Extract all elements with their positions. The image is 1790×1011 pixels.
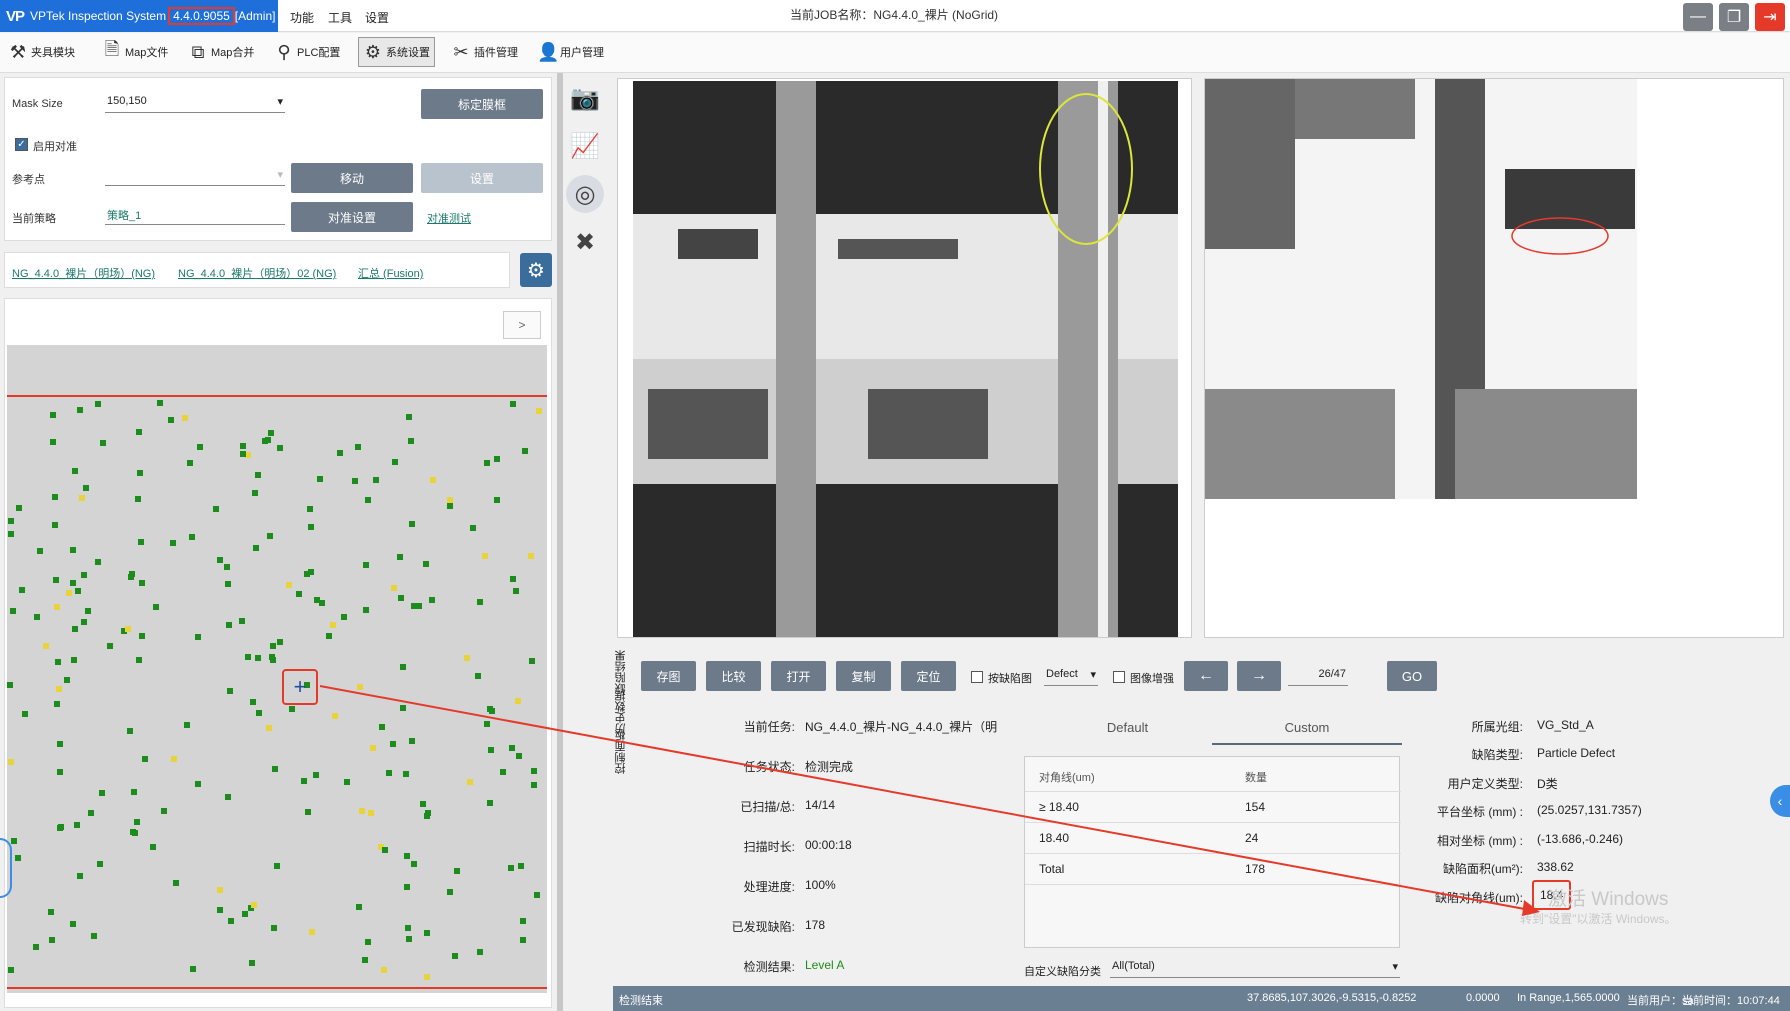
status-coords: 37.8685,107.3026,-9.5315,-0.8252 [1247, 992, 1417, 1004]
annotation-arrow [319, 685, 1540, 916]
status-time: 当前时间：10:07:44 [1682, 995, 1780, 1007]
status-bar: 检测结束 37.8685,107.3026,-9.5315,-0.8252 0.… [613, 986, 1790, 1011]
status-value: 0.0000 [1466, 992, 1500, 1004]
status-range: In Range,1,565.0000 [1517, 992, 1620, 1004]
status-left: 检测结束 [619, 995, 663, 1007]
